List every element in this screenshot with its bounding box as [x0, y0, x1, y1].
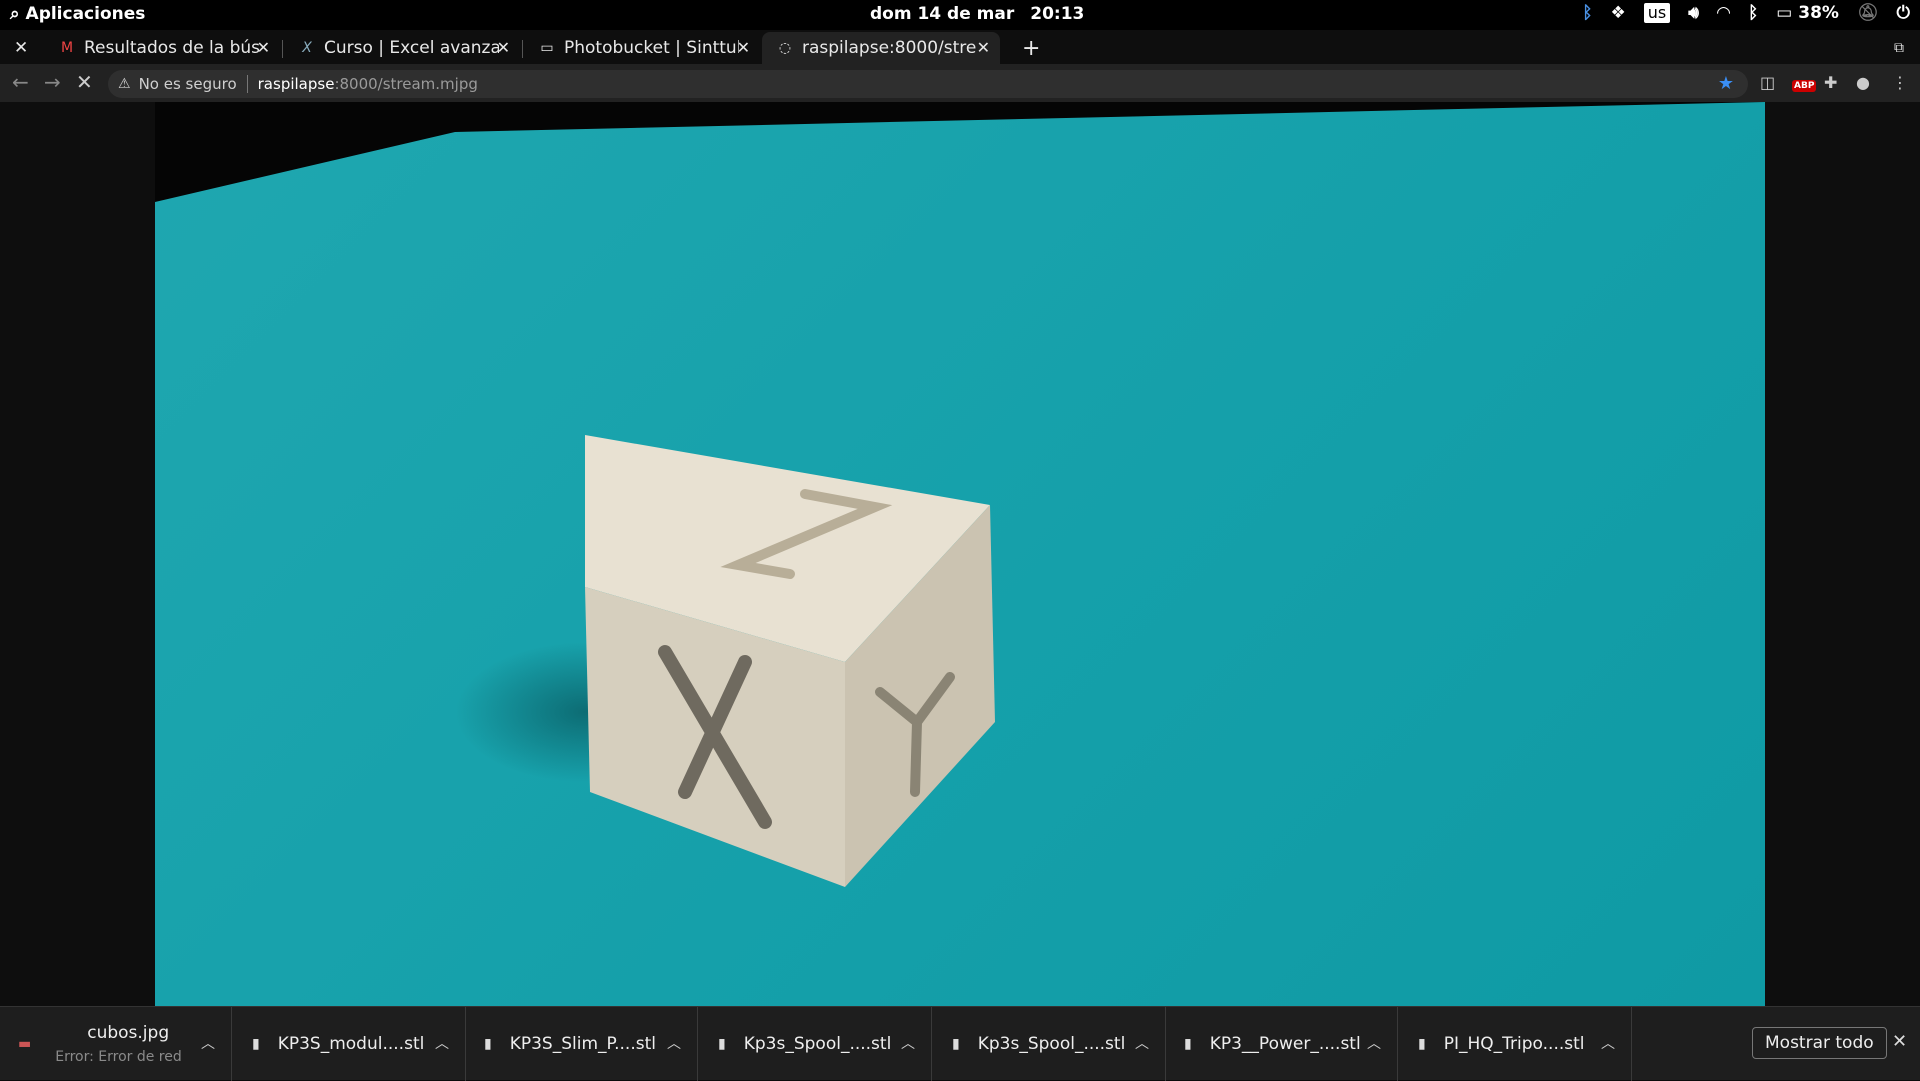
close-tab-icon[interactable]: ✕: [737, 38, 750, 57]
tab-bar: ✕ M Resultados de la búsqueda ✕ X Curso …: [0, 30, 1920, 64]
show-all-downloads-button[interactable]: Mostrar todo: [1752, 1027, 1887, 1059]
tab-excel-course[interactable]: X Curso | Excel avanzado ✕: [284, 32, 520, 64]
close-tab-icon[interactable]: ✕: [257, 38, 270, 57]
gmail-icon: M: [60, 40, 74, 56]
back-button[interactable]: ←: [12, 70, 29, 94]
close-tab-icon[interactable]: ✕: [977, 38, 990, 57]
system-tray: ᛒ ❖ us 🔊︎ ◠ ᛒ ▭ 38% 🔕︎ ⏻: [1582, 3, 1910, 23]
download-name: cubos.jpg: [87, 1023, 170, 1043]
tab-separator: [282, 40, 283, 58]
forward-button[interactable]: →: [44, 70, 61, 94]
bookmark-star-icon[interactable]: ★: [1718, 73, 1734, 94]
chevron-up-icon[interactable]: ︿: [1367, 1033, 1381, 1053]
dropbox-icon[interactable]: ❖: [1611, 3, 1626, 23]
tab-gmail[interactable]: M Resultados de la búsqueda ✕: [44, 32, 280, 64]
power-icon[interactable]: ⏻: [1897, 3, 1910, 23]
download-name: PI_HQ_Tripo....stl: [1443, 1034, 1585, 1054]
download-item[interactable]: ▮ KP3S_Slim_P....stl ︿: [466, 1007, 698, 1081]
file-icon: ▮: [718, 1036, 726, 1052]
tab-title: Photobucket | Sinttulo: [564, 38, 739, 58]
file-icon: ▮: [252, 1036, 260, 1052]
notifications-muted-icon[interactable]: 🔕︎: [1857, 3, 1879, 23]
download-name: Kp3s_Spool_....stl: [977, 1034, 1126, 1054]
tab-title: Resultados de la búsqueda: [84, 38, 259, 58]
chevron-up-icon[interactable]: ︿: [201, 1033, 215, 1053]
date-label: dom 14 de mar: [870, 4, 1015, 24]
download-item[interactable]: ▬ cubos.jpg Error: Error de red ︿: [0, 1007, 232, 1081]
tab-search-icon[interactable]: ⧉: [1880, 32, 1920, 64]
chevron-up-icon[interactable]: ︿: [435, 1033, 449, 1053]
chevron-up-icon[interactable]: ︿: [667, 1033, 681, 1053]
download-name: KP3S_Slim_P....stl: [509, 1034, 656, 1054]
tab-photobucket[interactable]: ▭ Photobucket | Sinttulo ✕: [524, 32, 760, 64]
tab-separator: [522, 40, 523, 58]
menu-icon[interactable]: ⋮: [1892, 73, 1908, 92]
file-icon: ▮: [484, 1036, 492, 1052]
security-label[interactable]: No es seguro: [139, 75, 237, 93]
bluetooth-icon[interactable]: ᛒ: [1748, 3, 1758, 23]
warning-icon: ⚠: [118, 76, 131, 92]
download-name: KP3S_modul....stl: [277, 1034, 425, 1054]
chevron-up-icon[interactable]: ︿: [1601, 1033, 1615, 1053]
battery-percent: 38%: [1798, 3, 1839, 23]
address-bar[interactable]: ⚠ No es seguro raspilapse :8000/stream.m…: [108, 70, 1748, 98]
download-item[interactable]: ▮ KP3__Power_....stl ︿: [1166, 1007, 1398, 1081]
clock[interactable]: dom 14 de mar 20:13: [870, 4, 1084, 24]
url-host: raspilapse: [257, 75, 335, 93]
close-tab-icon[interactable]: ✕: [497, 38, 510, 57]
bluetooth-app-icon[interactable]: ᛒ: [1582, 3, 1592, 23]
battery-indicator[interactable]: ▭ 38%: [1776, 3, 1839, 23]
download-item[interactable]: ▮ KP3S_modul....stl ︿: [234, 1007, 466, 1081]
camera-stream-image: [155, 102, 1765, 1006]
tab-raspilapse-stream[interactable]: ◌ raspilapse:8000/stream.mjpg ✕: [762, 32, 1000, 64]
chevron-up-icon[interactable]: ︿: [901, 1033, 915, 1053]
file-icon: ▮: [952, 1036, 960, 1052]
applications-menu[interactable]: ⌕ Aplicaciones: [10, 4, 145, 24]
pocket-icon[interactable]: ◫: [1760, 73, 1775, 92]
tab-title: Curso | Excel avanzado: [324, 38, 499, 58]
download-status: Error: Error de red: [55, 1049, 182, 1065]
calibration-cube-photo: [455, 435, 995, 887]
file-icon: ▮: [1418, 1036, 1426, 1052]
search-icon: ⌕: [10, 4, 20, 24]
close-downloads-bar-icon[interactable]: ✕: [1892, 1031, 1907, 1052]
stop-loading-button[interactable]: ✕: [76, 70, 93, 94]
download-item[interactable]: ▮ PI_HQ_Tripo....stl ︿: [1400, 1007, 1632, 1081]
tab-title: raspilapse:8000/stream.mjpg: [802, 38, 977, 58]
extensions-puzzle-icon[interactable]: ✚: [1824, 73, 1837, 92]
profile-avatar[interactable]: ●: [1856, 73, 1870, 92]
download-name: Kp3s_Spool_....stl: [743, 1034, 892, 1054]
time-label: 20:13: [1030, 4, 1085, 24]
photobucket-icon: ▭: [540, 40, 554, 56]
wifi-icon[interactable]: ◠: [1717, 3, 1730, 23]
adblock-icon[interactable]: ABP: [1792, 80, 1817, 92]
loading-spinner-icon: ◌: [778, 40, 792, 56]
browser-toolbar: ← → ✕ ⚠ No es seguro raspilapse :8000/st…: [0, 64, 1920, 102]
image-file-icon: ▬: [18, 1036, 32, 1052]
new-tab-button[interactable]: +: [1008, 32, 1048, 64]
downloads-bar: ▬ cubos.jpg Error: Error de red ︿ ▮ KP3S…: [0, 1006, 1920, 1081]
system-top-bar: ⌕ Aplicaciones dom 14 de mar 20:13 ᛒ ❖ u…: [0, 0, 1920, 30]
download-item[interactable]: ▮ Kp3s_Spool_....stl ︿: [700, 1007, 932, 1081]
file-icon: ▮: [1184, 1036, 1192, 1052]
page-viewport: [0, 102, 1920, 1006]
download-item[interactable]: ▮ Kp3s_Spool_....stl ︿: [934, 1007, 1166, 1081]
keyboard-layout[interactable]: us: [1643, 3, 1671, 23]
volume-icon[interactable]: 🔊︎: [1688, 3, 1699, 23]
chevron-up-icon[interactable]: ︿: [1135, 1033, 1149, 1053]
download-name: KP3__Power_....stl: [1209, 1034, 1361, 1054]
address-separator: [246, 75, 248, 93]
close-window-icon[interactable]: ✕: [0, 32, 34, 64]
applications-label: Aplicaciones: [25, 4, 146, 24]
url-path: :8000/stream.mjpg: [334, 75, 478, 93]
course-icon: X: [302, 40, 312, 56]
